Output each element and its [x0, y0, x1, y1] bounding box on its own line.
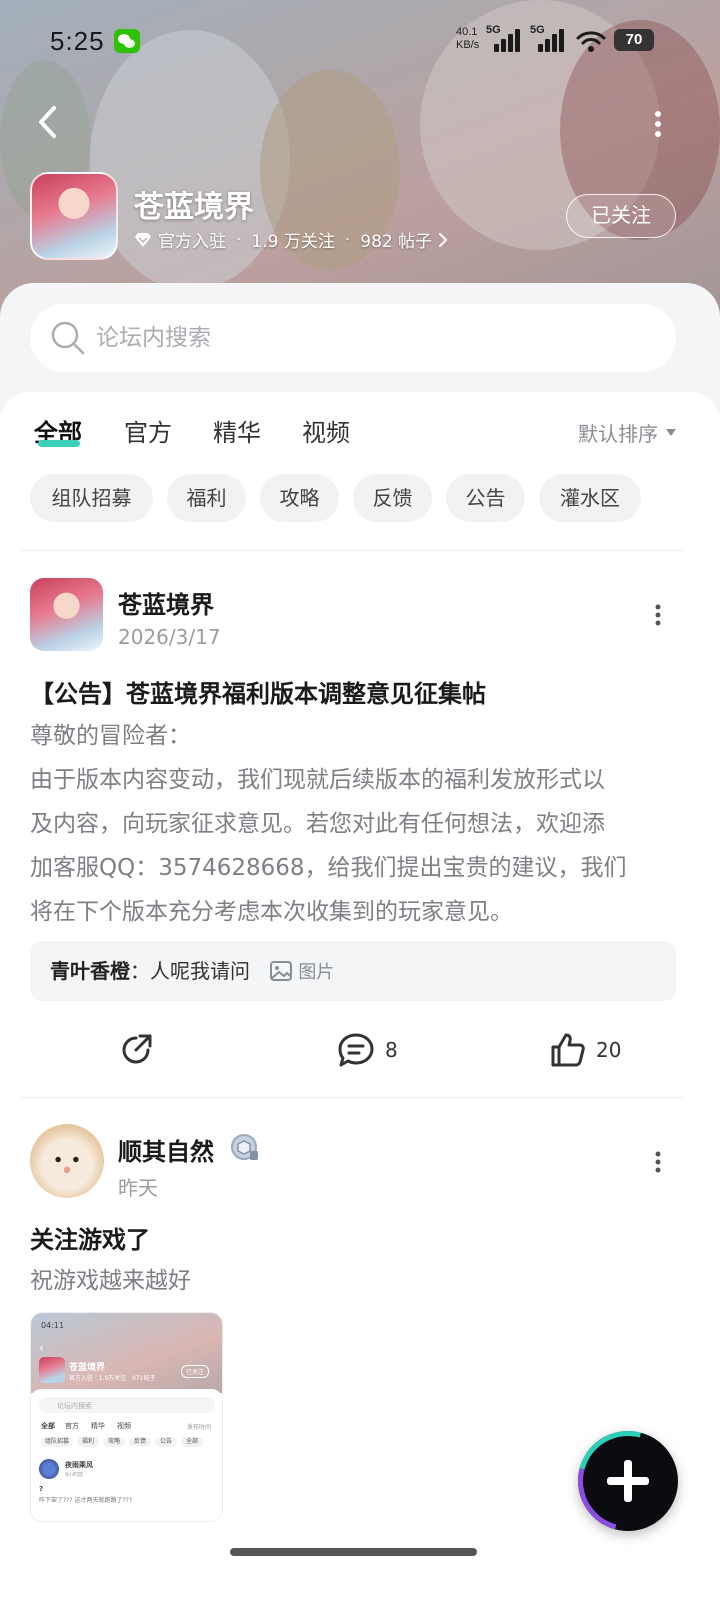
comment-author: 青叶香橙 — [50, 959, 130, 983]
thumb-post-avatar — [39, 1459, 59, 1479]
comment-text: 人呢我请问 — [150, 959, 250, 983]
user-level-badge-icon — [231, 1134, 258, 1160]
wifi-icon — [576, 31, 606, 52]
home-indicator[interactable] — [230, 1548, 477, 1556]
post-date: 2026/3/17 — [118, 625, 221, 649]
post-author-name[interactable]: 苍蓝境界 — [118, 585, 214, 620]
post-more-icon[interactable] — [651, 1150, 665, 1174]
thumb-post-title: ? — [39, 1485, 44, 1493]
thumbs-up-icon — [551, 1033, 585, 1067]
thumb-chip: 全部 — [181, 1437, 203, 1447]
post-body-line: 将在下个版本充分考虑本次收集到的玩家意见。 — [30, 899, 513, 925]
net-speed-value: 40.1 — [456, 26, 478, 38]
chip-announcement[interactable]: 公告 — [446, 474, 525, 522]
image-icon — [270, 961, 293, 981]
divider — [20, 1097, 684, 1098]
post-author-avatar[interactable] — [30, 578, 103, 651]
thumb-chip: 反馈 — [129, 1437, 151, 1447]
like-count: 20 — [596, 1038, 622, 1062]
thumb-time: 04:11 — [41, 1321, 65, 1330]
thumb-sheet: 论坛内搜索 全部 官方 精华 视频 发布时间 组队招募 福利 攻略 反馈 公告 … — [31, 1389, 222, 1521]
thumb-search-text: 论坛内搜索 — [57, 1402, 92, 1410]
status-time: 5:25 — [50, 26, 105, 56]
chip-guides[interactable]: 攻略 — [260, 474, 339, 522]
post-date: 昨天 — [118, 1176, 158, 1200]
sort-dropdown[interactable]: 默认排序 — [578, 418, 676, 447]
caret-down-icon — [666, 429, 676, 436]
thumb-chip: 组队招募 — [41, 1437, 73, 1447]
post-title[interactable]: 关注游戏了 — [30, 1220, 150, 1255]
net-speed: 40.1 KB/s — [456, 26, 479, 52]
post-author-name[interactable]: 顺其自然 — [118, 1132, 214, 1167]
status-bar: 5:25 40.1 KB/s 5G 5G 70 — [0, 20, 720, 64]
divider — [20, 550, 684, 551]
thumb-post-time: 9小时前 — [65, 1472, 84, 1478]
verified-diamond-icon — [135, 232, 151, 247]
share-icon — [122, 1034, 152, 1064]
thumb-sort: 发布时间 — [187, 1424, 212, 1431]
chip-team-recruit[interactable]: 组队招募 — [30, 474, 153, 522]
wechat-icon — [114, 29, 140, 53]
thumb-forum-avatar — [39, 1357, 65, 1383]
thumb-post-body: 咋下架了??? 这才两天就跑路了??? — [39, 1497, 133, 1504]
chip-welfare[interactable]: 福利 — [167, 474, 246, 522]
chevron-right-icon — [439, 232, 448, 247]
chip-feedback[interactable]: 反馈 — [353, 474, 432, 522]
top-comment-preview[interactable]: 青叶香橙：人呢我请问 图片 — [30, 941, 676, 1001]
battery-indicator: 70 — [614, 29, 654, 51]
forum-meta[interactable]: 官方入驻 · 1.9 万关注 · 982 帖子 — [134, 227, 448, 252]
forum-title: 苍蓝境界 — [134, 190, 254, 225]
thumb-follow: 已关注 — [181, 1365, 210, 1378]
thumb-chip: 攻略 — [103, 1437, 125, 1447]
posts-count: 982 帖子 — [360, 232, 433, 252]
share-button[interactable] — [118, 1030, 154, 1070]
comment-icon — [338, 1033, 374, 1067]
post-author-avatar[interactable] — [30, 1124, 104, 1198]
thumb-title: 苍蓝境界 — [69, 1363, 106, 1373]
sort-label: 默认排序 — [578, 422, 658, 446]
tab-official[interactable]: 官方 — [124, 413, 172, 448]
image-label: 图片 — [298, 962, 335, 983]
thumb-tab: 精华 — [91, 1422, 105, 1430]
thumb-post-author: 夜雨乘风 — [65, 1461, 93, 1469]
post-image-thumbnail[interactable]: 04:11 ‹ 苍蓝境界 官方入驻 · 1.9万关注 · 971帖子 已关注 论… — [30, 1312, 223, 1522]
back-icon[interactable] — [34, 104, 64, 140]
thumb-tab: 全部 — [41, 1422, 55, 1430]
thumb-back-icon: ‹ — [39, 1341, 44, 1355]
followers-count: 1.9 万关注 — [251, 232, 335, 252]
signal-icon-1 — [494, 28, 524, 52]
post-body-line: 及内容，向玩家征求意见。若您对此有任何想法，欢迎添 — [30, 811, 605, 837]
like-button[interactable]: 20 — [550, 1030, 621, 1070]
post-body-line: 加客服QQ：3574628668，给我们提出宝贵的建议，我们 — [30, 855, 627, 881]
thumb-chip: 福利 — [77, 1437, 99, 1447]
post-title[interactable]: 【公告】苍蓝境界福利版本调整意见征集帖 — [30, 674, 486, 709]
tab-featured[interactable]: 精华 — [213, 413, 261, 448]
verified-label: 官方入驻 — [158, 232, 226, 252]
signal-icon-2 — [538, 28, 568, 52]
thumb-tab: 官方 — [65, 1422, 79, 1430]
comment-button[interactable]: 8 — [337, 1030, 398, 1070]
search-bar[interactable]: 论坛内搜索 — [30, 304, 676, 372]
more-icon[interactable] — [650, 110, 666, 138]
search-icon — [51, 321, 85, 355]
post-more-icon[interactable] — [651, 603, 665, 627]
plus-icon — [607, 1460, 649, 1502]
thumb-chip: 公告 — [155, 1437, 177, 1447]
post-body[interactable]: 尊敬的冒险者： 由于版本内容变动，我们现就后续版本的福利发放形式以 及内容，向玩… — [30, 714, 686, 934]
forum-avatar — [30, 172, 118, 260]
thumb-tab: 视频 — [117, 1422, 131, 1430]
post-body-line: 尊敬的冒险者： — [30, 723, 191, 749]
follow-button[interactable]: 已关注 — [566, 194, 676, 238]
net-speed-unit: KB/s — [456, 39, 480, 51]
chip-chat[interactable]: 灌水区 — [539, 474, 641, 522]
tab-video[interactable]: 视频 — [302, 413, 350, 448]
active-tab-indicator — [38, 440, 80, 447]
thumb-meta: 官方入驻 · 1.9万关注 · 971帖子 — [69, 1375, 156, 1382]
post-body-line: 由于版本内容变动，我们现就后续版本的福利发放形式以 — [30, 767, 605, 793]
comment-count: 8 — [385, 1038, 398, 1062]
create-post-button[interactable] — [559, 1412, 697, 1550]
post-body[interactable]: 祝游戏越来越好 — [30, 1259, 686, 1303]
search-input[interactable]: 论坛内搜索 — [96, 304, 211, 372]
